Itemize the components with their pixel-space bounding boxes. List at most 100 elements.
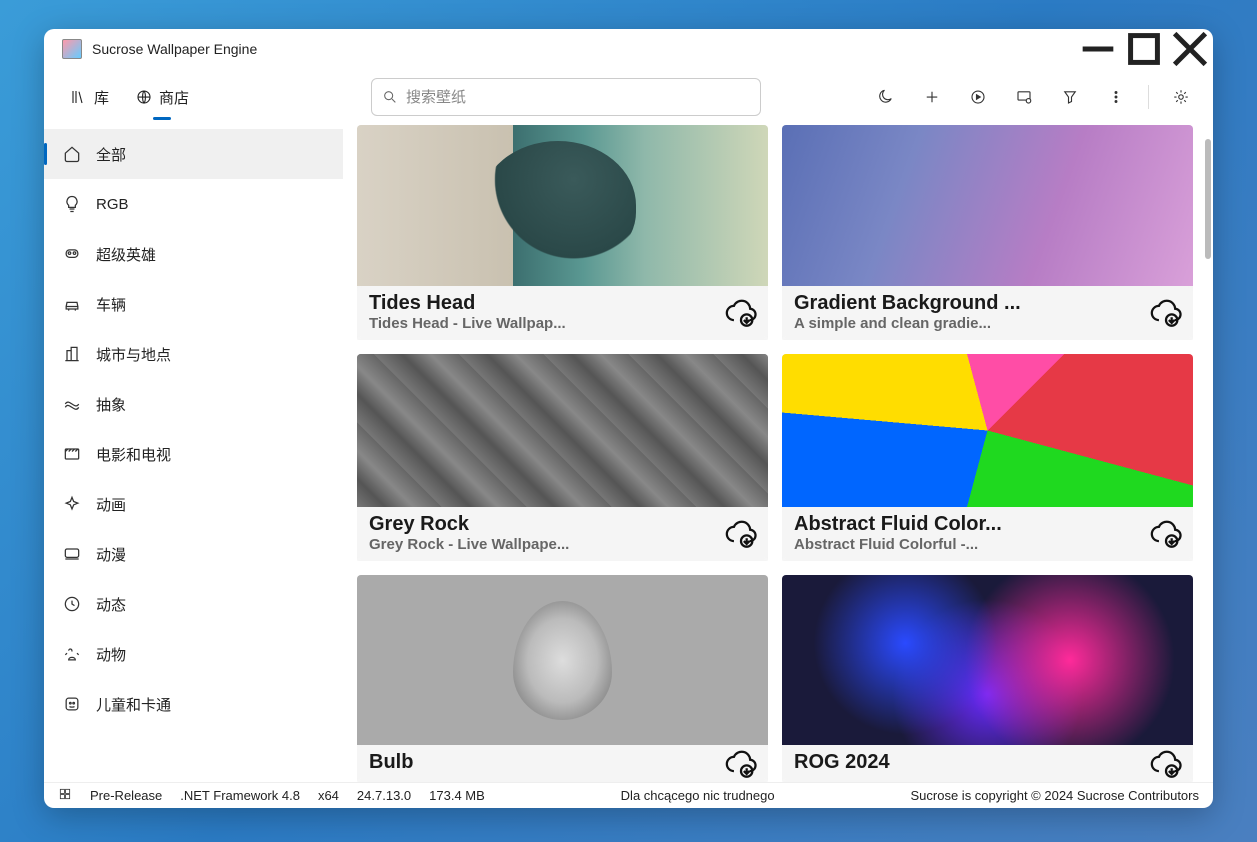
- cloud-download-icon: [1149, 296, 1183, 330]
- car-icon: [62, 294, 82, 314]
- sidebar-item-label: 动态: [96, 594, 126, 615]
- play-button[interactable]: [958, 77, 998, 117]
- card-subtitle: Grey Rock - Live Wallpape...: [369, 536, 756, 553]
- body: 全部 RGB 超级英雄 车辆 城市与地点 抽象: [44, 125, 1213, 782]
- funnel-icon: [1061, 88, 1079, 106]
- sidebar-item-label: 抽象: [96, 394, 126, 415]
- content-area: Tides Head Tides Head - Live Wallpap... …: [343, 125, 1213, 782]
- tab-store-label: 商店: [159, 87, 189, 108]
- sidebar-item-label: 城市与地点: [96, 344, 171, 365]
- add-button[interactable]: [912, 77, 952, 117]
- tab-library[interactable]: 库: [60, 79, 119, 116]
- books-icon: [70, 88, 88, 106]
- globe-icon: [135, 88, 153, 106]
- display-button[interactable]: [1004, 77, 1044, 117]
- wallpaper-thumbnail: [357, 575, 768, 745]
- search-input[interactable]: [406, 89, 750, 106]
- sidebar-item-anime[interactable]: 动漫: [44, 529, 343, 579]
- cloud-download-icon: [724, 747, 758, 781]
- status-version: 24.7.13.0: [357, 788, 411, 803]
- separator: [1148, 85, 1149, 109]
- download-button[interactable]: [724, 747, 758, 781]
- sidebar-item-label: 动物: [96, 644, 126, 665]
- sidebar: 全部 RGB 超级英雄 车辆 城市与地点 抽象: [44, 125, 343, 782]
- sidebar-item-animal[interactable]: 动物: [44, 629, 343, 679]
- scrollbar[interactable]: [1205, 139, 1211, 259]
- dots-vertical-icon: [1107, 88, 1125, 106]
- gear-icon: [1172, 88, 1190, 106]
- card-title: ROG 2024: [794, 751, 1181, 774]
- download-button[interactable]: [724, 517, 758, 551]
- wallpaper-thumbnail: [357, 354, 768, 507]
- sidebar-item-label: RGB: [96, 196, 129, 213]
- settings-button[interactable]: [1161, 77, 1201, 117]
- wallpaper-card[interactable]: Bulb: [357, 575, 768, 782]
- cloud-download-icon: [724, 296, 758, 330]
- search-icon: [382, 89, 398, 105]
- cloud-download-icon: [1149, 517, 1183, 551]
- tab-store[interactable]: 商店: [125, 79, 199, 116]
- face-icon: [62, 694, 82, 714]
- wallpaper-card[interactable]: Abstract Fluid Color... Abstract Fluid C…: [782, 354, 1193, 561]
- sidebar-item-label: 超级英雄: [96, 244, 156, 265]
- sidebar-item-label: 动漫: [96, 544, 126, 565]
- sidebar-item-label: 车辆: [96, 294, 126, 315]
- card-title: Abstract Fluid Color...: [794, 513, 1181, 536]
- wallpaper-thumbnail: [782, 354, 1193, 507]
- wallpaper-card[interactable]: Gradient Background ... A simple and cle…: [782, 125, 1193, 340]
- search-box[interactable]: [371, 78, 761, 116]
- sidebar-item-all[interactable]: 全部: [44, 129, 343, 179]
- sidebar-item-dynamic[interactable]: 动态: [44, 579, 343, 629]
- sidebar-item-kids[interactable]: 儿童和卡通: [44, 679, 343, 729]
- sidebar-item-rgb[interactable]: RGB: [44, 179, 343, 229]
- wallpaper-thumbnail: [782, 125, 1193, 286]
- sidebar-item-label: 动画: [96, 494, 126, 515]
- sidebar-item-movie[interactable]: 电影和电视: [44, 429, 343, 479]
- titlebar: Sucrose Wallpaper Engine: [44, 29, 1213, 69]
- card-title: Grey Rock: [369, 513, 756, 536]
- bulb-icon: [62, 194, 82, 214]
- sidebar-item-animation[interactable]: 动画: [44, 479, 343, 529]
- card-info: Bulb: [357, 745, 768, 782]
- download-button[interactable]: [1149, 517, 1183, 551]
- wallpaper-card[interactable]: ROG 2024: [782, 575, 1193, 782]
- app-title: Sucrose Wallpaper Engine: [92, 41, 1075, 57]
- sidebar-item-label: 全部: [96, 144, 126, 165]
- theme-button[interactable]: [866, 77, 906, 117]
- paw-icon: [62, 644, 82, 664]
- minimize-button[interactable]: [1075, 29, 1121, 69]
- more-button[interactable]: [1096, 77, 1136, 117]
- filter-button[interactable]: [1050, 77, 1090, 117]
- cloud-download-icon: [1149, 747, 1183, 781]
- card-title: Gradient Background ...: [794, 292, 1181, 315]
- wallpaper-card[interactable]: Tides Head Tides Head - Live Wallpap...: [357, 125, 768, 340]
- wallpaper-card[interactable]: Grey Rock Grey Rock - Live Wallpape...: [357, 354, 768, 561]
- sidebar-item-label: 电影和电视: [96, 444, 171, 465]
- download-button[interactable]: [1149, 747, 1183, 781]
- status-arch: x64: [318, 788, 339, 803]
- status-release: Pre-Release: [90, 788, 162, 803]
- maximize-button[interactable]: [1121, 29, 1167, 69]
- close-button[interactable]: [1167, 29, 1213, 69]
- tab-library-label: 库: [94, 87, 109, 108]
- card-info: ROG 2024: [782, 745, 1193, 782]
- card-title: Bulb: [369, 751, 756, 774]
- status-quote: Dla chcącego nic trudnego: [503, 788, 893, 803]
- cloud-download-icon: [724, 517, 758, 551]
- toolbar: 库 商店: [44, 69, 1213, 125]
- film-icon: [62, 444, 82, 464]
- sparkle-icon: [62, 494, 82, 514]
- download-button[interactable]: [724, 296, 758, 330]
- wallpaper-thumbnail: [357, 125, 768, 286]
- sidebar-item-city[interactable]: 城市与地点: [44, 329, 343, 379]
- download-button[interactable]: [1149, 296, 1183, 330]
- sidebar-item-superhero[interactable]: 超级英雄: [44, 229, 343, 279]
- sidebar-item-vehicle[interactable]: 车辆: [44, 279, 343, 329]
- wallpaper-thumbnail: [782, 575, 1193, 745]
- card-subtitle: Tides Head - Live Wallpap...: [369, 315, 756, 332]
- sidebar-item-label: 儿童和卡通: [96, 694, 171, 715]
- status-copyright: Sucrose is copyright © 2024 Sucrose Cont…: [911, 788, 1200, 803]
- sidebar-item-abstract[interactable]: 抽象: [44, 379, 343, 429]
- mask-icon: [62, 244, 82, 264]
- moon-icon: [877, 88, 895, 106]
